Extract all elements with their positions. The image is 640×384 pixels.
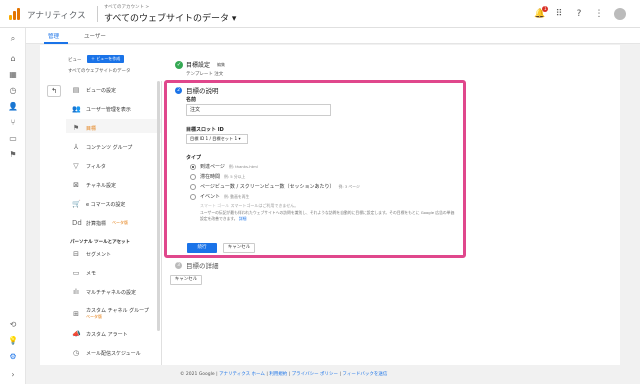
more-icon[interactable]: ⋮ xyxy=(594,9,604,19)
step3-number: 3 xyxy=(175,261,182,269)
apps-icon[interactable]: ⠿ xyxy=(554,9,564,19)
create-view-button[interactable]: ＋ ビューを作成 xyxy=(87,55,125,63)
app-name: アナリティクス xyxy=(27,11,86,21)
view-selector[interactable]: すべてのウェブサイトのデータ ▾ xyxy=(104,11,236,24)
view-admin-menu: ▤ ビューの設定 👥 ユーザー管理を表示 ⚑ 目標 ⅄ コンテンツ グループ ▽ フィルタ… xyxy=(66,81,162,365)
home-icon[interactable]: ⌂ xyxy=(8,54,18,64)
channel-icon: ⊠ xyxy=(73,181,79,189)
notification-icon[interactable]: 🔔 1 xyxy=(534,6,548,19)
view-label: ビュー xyxy=(68,58,82,63)
attribution-icon[interactable]: ⟲ xyxy=(8,320,18,330)
document-icon: ▤ xyxy=(72,86,80,94)
admin-tabs: 管理 ユーザー xyxy=(26,28,640,44)
menu-item-calculated-metrics[interactable]: Dd 計算指標 ベータ版 xyxy=(72,219,128,227)
menu-item-email-schedule[interactable]: ◷ メール配信スケジュール xyxy=(72,349,141,357)
alert-icon: 📣 xyxy=(72,330,81,338)
menu-item-channel-settings[interactable]: ⊠ チャネル設定 xyxy=(72,181,116,189)
acquisition-icon[interactable]: ⑂ xyxy=(8,118,18,128)
clock-icon: ◷ xyxy=(72,349,80,357)
type-label: タイプ xyxy=(186,155,202,161)
goal-setup-step: ✓ 目標設定 編集 xyxy=(175,60,225,69)
back-arrow-icon[interactable]: ↰ xyxy=(47,85,61,97)
breadcrumb[interactable]: すべてのアカウント > xyxy=(104,4,149,10)
admin-gear-icon[interactable]: ⚙ xyxy=(8,352,18,362)
header-divider xyxy=(97,6,98,22)
edit-link[interactable]: 編集 xyxy=(217,62,225,68)
help-icon[interactable]: ? xyxy=(574,9,584,19)
radio-event[interactable]: イベント 例: 動画を再生 xyxy=(190,193,249,200)
users-icon: 👥 xyxy=(72,105,81,113)
expand-icon[interactable]: › xyxy=(8,370,18,380)
memo-icon: ▭ xyxy=(72,269,80,277)
radio-button[interactable] xyxy=(190,163,196,170)
menu-item-goals[interactable]: ⚑ 目標 xyxy=(72,124,96,132)
footer-link-home[interactable]: アナリティクス ホーム xyxy=(219,372,265,377)
menu-item-content-grouping[interactable]: ⅄ コンテンツ グループ xyxy=(72,143,132,151)
smart-goal-line: スマート ゴール スマートゴールはご利用できません。 xyxy=(200,203,299,208)
flag-icon: ⚑ xyxy=(72,124,80,132)
filter-icon: ▽ xyxy=(73,162,79,170)
step1-title: 目標設定 xyxy=(186,62,211,69)
cancel-button[interactable]: キャンセル xyxy=(223,243,255,253)
check-icon: ✓ xyxy=(175,60,183,69)
menu-item-annotations[interactable]: ▭ メモ xyxy=(72,269,96,277)
goal-slot-select[interactable]: 目標 ID 1 / 目標セット 1 ▾ xyxy=(186,134,248,144)
tab-users[interactable]: ユーザー xyxy=(84,32,106,40)
audience-icon[interactable]: 👤 xyxy=(8,102,18,112)
notification-badge: 1 xyxy=(542,6,548,12)
menu-section-personal: パーソナル ツールとアセット xyxy=(70,240,130,245)
name-label: 名前 xyxy=(186,97,197,103)
analytics-logo xyxy=(9,8,21,20)
radio-button[interactable] xyxy=(190,183,196,190)
conversions-icon[interactable]: ⚑ xyxy=(8,150,18,160)
radio-pages-per-session[interactable]: ページビュー数 / スクリーンビュー数（セッションあたり） 例: 3 ページ xyxy=(190,183,360,190)
radio-button[interactable] xyxy=(190,193,196,200)
menu-item-segments[interactable]: ⊟ セグメント xyxy=(72,250,111,258)
footer-link-feedback[interactable]: フィードバックを送信 xyxy=(342,372,387,377)
footer-link-terms[interactable]: 利用規約 xyxy=(269,372,287,377)
customization-icon[interactable]: ▦ xyxy=(8,70,18,80)
tab-active-underline xyxy=(44,42,68,44)
avatar[interactable] xyxy=(614,8,626,20)
menu-item-filters[interactable]: ▽ フィルタ xyxy=(72,162,106,170)
segment-icon: ⊟ xyxy=(73,250,79,258)
search-icon[interactable]: ⌕ xyxy=(8,34,18,44)
menu-item-ecommerce[interactable]: 🛒 e コマースの設定 xyxy=(72,200,125,208)
goal-name-input[interactable]: 注文 xyxy=(186,104,331,116)
group-icon: ⅄ xyxy=(73,143,79,151)
cancel-all-button[interactable]: キャンセル xyxy=(170,275,202,285)
tab-admin[interactable]: 管理 xyxy=(48,32,59,40)
menu-item-view-users[interactable]: 👥 ユーザー管理を表示 xyxy=(72,105,131,113)
smart-goal-description: ユーザーの伝記が最も伴われたウェブサイトへの訪問を識別し、それような訪問を自動的… xyxy=(200,210,455,221)
step2-number: 2 xyxy=(175,86,182,94)
footer: © 2021 Google | アナリティクス ホーム | 利用規約 | プライ… xyxy=(180,372,388,377)
custom-channel-icon: ⊞ xyxy=(73,309,79,318)
template-summary: テンプレート 注文 xyxy=(186,72,224,77)
radio-destination[interactable]: 到達ページ 例: thanks.html xyxy=(190,163,258,170)
current-view-name: すべてのウェブサイトのデータ xyxy=(68,69,131,74)
menu-item-custom-alerts[interactable]: 📣 カスタム アラート xyxy=(72,330,128,338)
bar-chart-icon: ılı xyxy=(73,288,79,296)
cart-icon: 🛒 xyxy=(72,200,81,208)
learn-more-link[interactable]: 詳細 xyxy=(239,216,247,221)
goal-details-step: 3 目標の詳細 xyxy=(175,260,219,270)
step3-title: 目標の詳細 xyxy=(186,262,219,270)
step2-title: 目標の説明 xyxy=(186,87,219,95)
behavior-icon[interactable]: ▭ xyxy=(8,134,18,144)
radio-duration[interactable]: 滞在時間 例: 5 分以上 xyxy=(190,173,245,180)
menu-item-view-settings[interactable]: ▤ ビューの設定 xyxy=(72,86,116,94)
left-rail: ⌕ ⌂ ▦ ◷ 👤 ⑂ ▭ ⚑ ⟲ 💡 ⚙ › xyxy=(0,28,26,384)
realtime-icon[interactable]: ◷ xyxy=(8,86,18,96)
footer-link-privacy[interactable]: プライバシー ポリシー xyxy=(292,372,338,377)
menu-item-custom-channel[interactable]: ⊞ カスタム チャネル グループ ベータ版 xyxy=(72,307,149,320)
radio-button[interactable] xyxy=(190,173,196,180)
top-header: アナリティクス すべてのアカウント > すべてのウェブサイトのデータ ▾ 🔔 1 … xyxy=(0,0,640,28)
continue-button[interactable]: 続行 xyxy=(187,243,217,253)
menu-scrollbar[interactable] xyxy=(157,81,160,331)
menu-item-multichannel[interactable]: ılı マルチチャネルの設定 xyxy=(72,288,136,296)
calc-icon: Dd xyxy=(72,219,82,227)
slot-label: 目標スロット ID xyxy=(186,127,224,133)
discover-icon[interactable]: 💡 xyxy=(8,336,18,346)
goal-description-step: 2 目標の説明 xyxy=(175,85,219,95)
